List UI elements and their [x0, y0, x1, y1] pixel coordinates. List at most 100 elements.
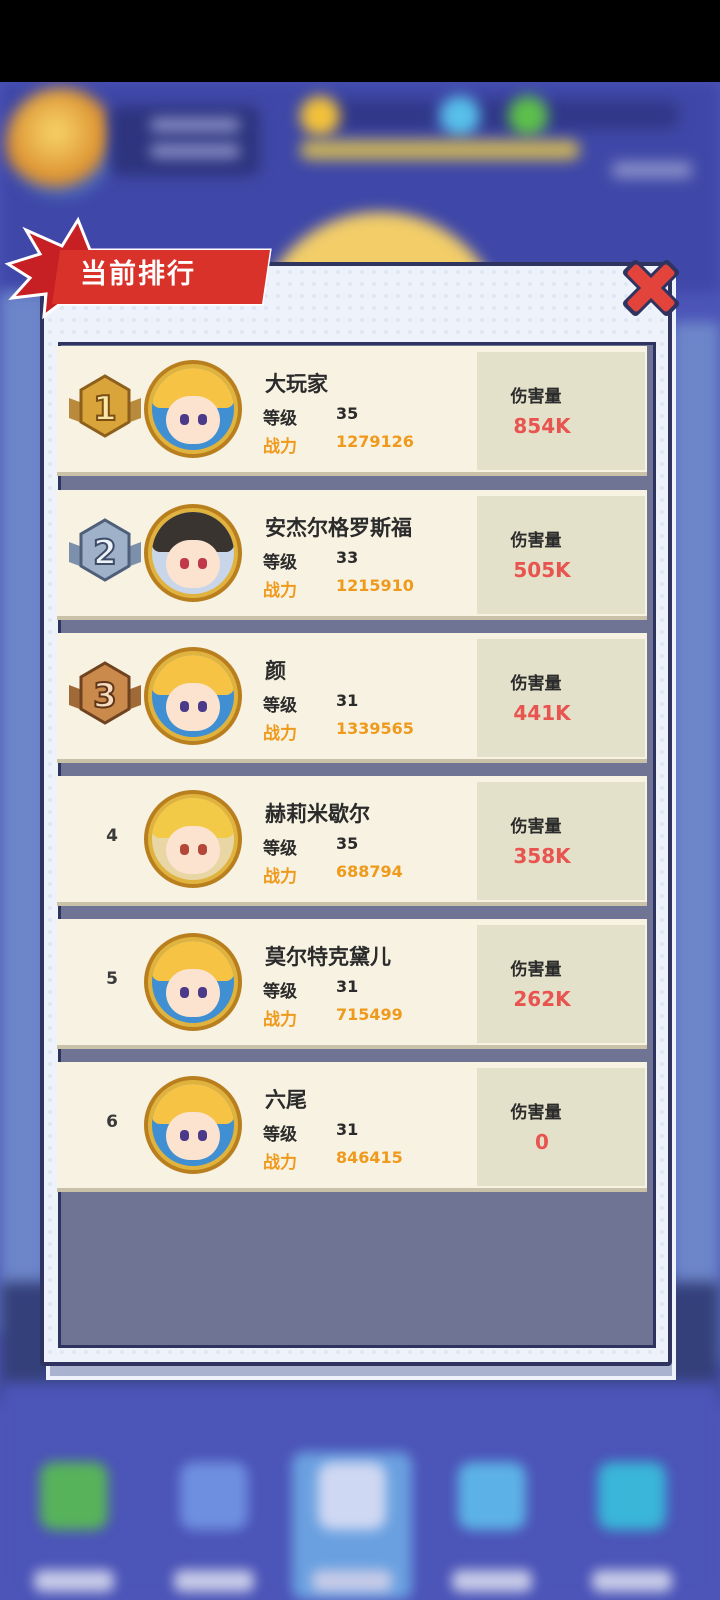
player-portrait [144, 1076, 242, 1174]
dialog-title: 当前排行 [80, 259, 196, 290]
status-bar [0, 0, 720, 82]
power-label: 战力 [263, 867, 297, 887]
power-label: 战力 [263, 1153, 297, 1173]
hud-corner-text [612, 162, 692, 178]
level-value: 31 [336, 977, 359, 996]
damage-label: 伤害量 [510, 960, 562, 980]
player-name: 大玩家 [265, 372, 328, 396]
player-portrait [144, 647, 242, 745]
damage-box: 伤害量 854K [477, 352, 645, 470]
damage-value: 505K [513, 558, 571, 582]
player-portrait [144, 360, 242, 458]
nav-label-1 [34, 1570, 114, 1592]
damage-box: 伤害量 358K [477, 782, 645, 900]
power-label: 战力 [263, 724, 297, 744]
level-label: 等级 [263, 982, 297, 1002]
damage-value: 441K [513, 701, 571, 725]
damage-value: 262K [513, 987, 571, 1011]
nav-item-4 [432, 1452, 552, 1600]
nav-icon-3 [318, 1462, 386, 1530]
level-value: 31 [336, 691, 359, 710]
energy-icon [508, 96, 548, 136]
gold-coin-icon [300, 96, 340, 136]
ranking-row-6[interactable]: 6 六尾 等级 31 战力 846415 伤害量 0 [57, 1062, 647, 1192]
damage-box: 伤害量 0 [477, 1068, 645, 1186]
player-name: 颜 [265, 659, 286, 683]
player-name: 安杰尔格罗斯福 [265, 516, 412, 540]
damage-label: 伤害量 [510, 387, 562, 407]
level-label: 等级 [263, 839, 297, 859]
ranking-row-5[interactable]: 5 莫尔特克黛儿 等级 31 战力 715499 伤害量 262K [57, 919, 647, 1049]
level-value: 31 [336, 1120, 359, 1139]
level-label: 等级 [263, 696, 297, 716]
damage-value: 854K [513, 414, 571, 438]
nav-label-4 [452, 1570, 532, 1592]
rank-number: 6 [106, 1112, 118, 1132]
damage-box: 伤害量 262K [477, 925, 645, 1043]
power-label: 战力 [263, 581, 297, 601]
nav-label-3 [312, 1570, 392, 1592]
power-label: 战力 [263, 1010, 297, 1030]
player-portrait [144, 933, 242, 1031]
level-value: 33 [336, 548, 359, 567]
power-value: 1279126 [336, 432, 414, 451]
damage-value: 358K [513, 844, 571, 868]
ranking-row-4[interactable]: 4 赫莉米歇尔 等级 35 战力 688794 伤害量 358K [57, 776, 647, 906]
ranking-row-3[interactable]: 3 颜 等级 31 战力 1339565 伤害量 441K [57, 633, 647, 763]
nav-item-1 [14, 1452, 134, 1600]
damage-label: 伤害量 [510, 531, 562, 551]
damage-label: 伤害量 [510, 817, 562, 837]
player-name-plate [110, 106, 260, 176]
nav-label-5 [592, 1570, 672, 1592]
player-id-text [150, 144, 240, 158]
damage-label: 伤害量 [510, 674, 562, 694]
level-label: 等级 [263, 553, 297, 573]
svg-text:2: 2 [93, 533, 117, 573]
damage-label: 伤害量 [510, 1103, 562, 1123]
gem-icon [440, 96, 480, 136]
nav-icon-4 [458, 1462, 526, 1530]
nav-icon-1 [40, 1462, 108, 1530]
power-value: 1339565 [336, 719, 414, 738]
nav-item-5 [572, 1452, 692, 1600]
gold-counter [330, 100, 440, 130]
nav-icon-5 [598, 1462, 666, 1530]
dialog-title-badge: 当前排行 [0, 212, 280, 322]
player-name: 六尾 [265, 1088, 307, 1112]
close-button[interactable] [612, 252, 690, 324]
gold-medal-icon: 1 [65, 374, 145, 450]
rank-number: 4 [106, 826, 118, 846]
nav-item-2 [154, 1452, 274, 1600]
ranking-row-2[interactable]: 2 安杰尔格罗斯福 等级 33 战力 1215910 伤害量 505K [57, 490, 647, 620]
rank-number: 5 [106, 969, 118, 989]
level-label: 等级 [263, 409, 297, 429]
player-name-text [150, 118, 240, 132]
power-value: 1215910 [336, 576, 414, 595]
player-portrait [144, 504, 242, 602]
damage-value: 0 [535, 1130, 549, 1154]
nav-icon-2 [180, 1462, 248, 1530]
silver-medal-icon: 2 [65, 518, 145, 594]
nav-label-2 [174, 1570, 254, 1592]
player-avatar [6, 88, 116, 198]
player-name: 赫莉米歇尔 [265, 802, 370, 826]
ranking-row-1[interactable]: 1 大玩家 等级 35 战力 1279126 伤害量 854K [57, 346, 647, 476]
experience-bar [300, 140, 580, 160]
svg-text:3: 3 [93, 676, 117, 716]
close-x-icon [622, 259, 680, 317]
damage-box: 伤害量 441K [477, 639, 645, 757]
bronze-medal-icon: 3 [65, 661, 145, 737]
damage-box: 伤害量 505K [477, 496, 645, 614]
energy-counter [540, 100, 680, 130]
power-value: 688794 [336, 862, 403, 881]
power-value: 846415 [336, 1148, 403, 1167]
svg-text:1: 1 [93, 389, 117, 429]
level-value: 35 [336, 834, 359, 853]
power-label: 战力 [263, 437, 297, 457]
power-value: 715499 [336, 1005, 403, 1024]
level-value: 35 [336, 404, 359, 423]
player-portrait [144, 790, 242, 888]
nav-item-3 [292, 1452, 412, 1600]
player-name: 莫尔特克黛儿 [265, 945, 391, 969]
level-label: 等级 [263, 1125, 297, 1145]
